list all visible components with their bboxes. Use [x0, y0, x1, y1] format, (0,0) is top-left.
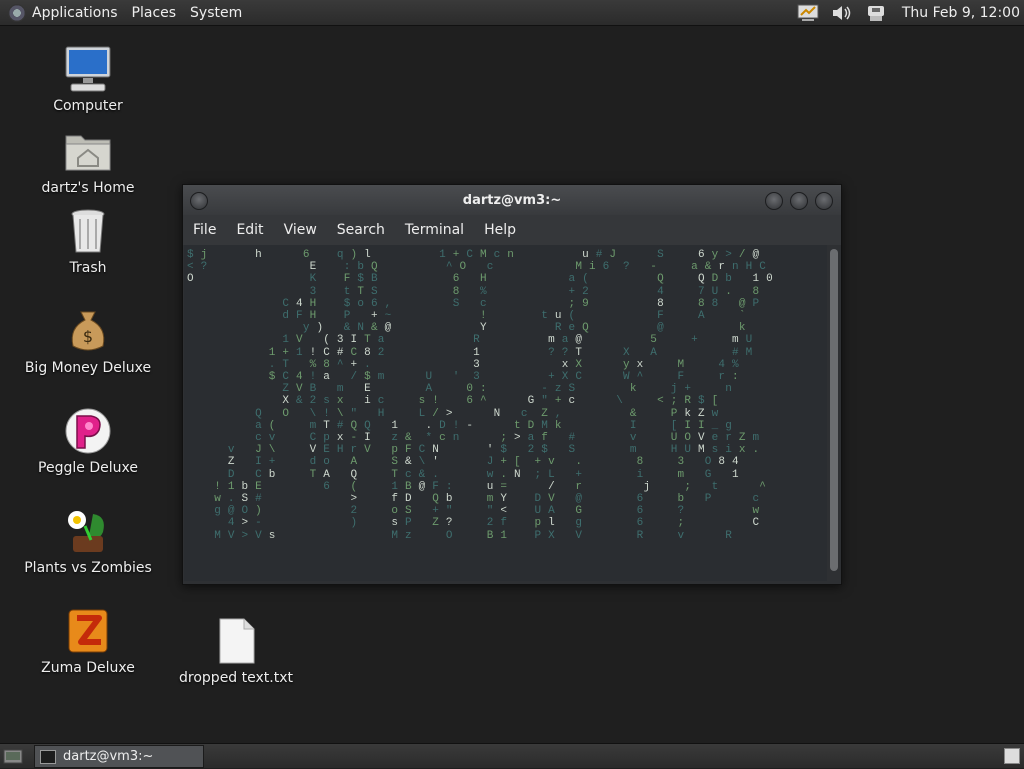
- trash-icon: [63, 206, 113, 256]
- scrollbar-thumb[interactable]: [830, 249, 838, 571]
- terminal-line: < ? E : b Q ^ O c M i 6 ? - a & r n H C: [187, 261, 767, 274]
- terminal-menubar: File Edit View Search Terminal Help: [183, 215, 841, 245]
- terminal-line: Z I + d o A S & \ ' J + [ + v . 8 3 O 8 …: [227, 456, 739, 469]
- desktop-icon-big-money[interactable]: $ Big Money Deluxe: [23, 306, 153, 376]
- clock[interactable]: Thu Feb 9, 12:00: [902, 5, 1020, 21]
- maximize-icon[interactable]: [790, 192, 808, 210]
- desktop-icon-label: Trash: [69, 260, 107, 276]
- computer-icon: [63, 44, 113, 94]
- desktop-icon-label: Big Money Deluxe: [24, 360, 152, 376]
- top-panel: Applications Places System Thu Feb 9, 12…: [0, 0, 1024, 26]
- close-icon[interactable]: [815, 192, 833, 210]
- terminal-line: v J \ V E H r V p F C N ' $ 2 $ S m H U …: [227, 444, 760, 457]
- terminal-line: w . S # > f D Q b m Y D V @ 6 b P c: [214, 493, 760, 506]
- zuma-icon: [63, 606, 113, 656]
- presentation-icon[interactable]: [796, 3, 820, 23]
- home-folder-icon: [63, 126, 113, 176]
- terminal-line: $ C 4 ! a / $ m U ' 3 + X C W ^ F r :: [268, 371, 739, 384]
- bottom-panel: dartz@vm3:~: [0, 743, 1024, 768]
- desktop-icon-computer[interactable]: Computer: [23, 44, 153, 114]
- desktop-icon-trash[interactable]: Trash: [23, 206, 153, 276]
- menu-terminal[interactable]: Terminal: [405, 222, 464, 238]
- window-title: dartz@vm3:~: [462, 192, 562, 208]
- terminal-screen[interactable]: $ j h 6 q ) l 1 + C M c n u # J S 6 y > …: [184, 245, 827, 581]
- menu-search[interactable]: Search: [337, 222, 385, 238]
- terminal-line: d F H P + ~ ! t u ( F A `: [282, 310, 746, 323]
- terminal-line: M V > V s M z O B 1 P X V R v R: [214, 529, 732, 542]
- money-bag-icon: $: [63, 306, 113, 356]
- terminal-line: Z V B m E A 0 : - z S k j + n: [282, 383, 732, 396]
- terminal-line: Q O \ ! \ " H L / > N c Z , & P k Z w: [255, 407, 719, 420]
- terminal-line: 1 V ( 3 I T a R m a @ 5 + m U: [282, 334, 753, 347]
- workspace-switcher[interactable]: [1004, 748, 1020, 764]
- desktop-icon-label: Plants vs Zombies: [24, 560, 152, 576]
- plants-vs-zombies-icon: [63, 506, 113, 556]
- terminal-line: $ j h 6 q ) l 1 + C M c n u # J S 6 y > …: [187, 249, 760, 261]
- menu-edit[interactable]: Edit: [236, 222, 263, 238]
- window-titlebar[interactable]: dartz@vm3:~: [183, 185, 841, 215]
- volume-icon[interactable]: [830, 3, 854, 23]
- desktop-icon-label: Zuma Deluxe: [41, 660, 135, 676]
- places-menu[interactable]: Places: [132, 5, 177, 21]
- terminal-line: 3 t T S 8 % + 2 4 7 U . 8: [309, 285, 760, 298]
- desktop-icon-zuma[interactable]: Zuma Deluxe: [23, 606, 153, 676]
- terminal-line: 1 + 1 ! C # C 8 2 1 ? ? T X A # M: [268, 346, 753, 359]
- terminal-line: . T % 8 ^ + . 3 x X y x M 4 %: [268, 358, 739, 371]
- terminal-line: g @ O ) 2 o S + " " < U A G 6 ? w: [214, 505, 760, 518]
- desktop-icon-home[interactable]: dartz's Home: [23, 126, 153, 196]
- menu-file[interactable]: File: [193, 222, 216, 238]
- terminal-scrollbar[interactable]: [828, 245, 840, 581]
- peggle-icon: [63, 406, 113, 456]
- system-menu[interactable]: System: [190, 5, 242, 21]
- show-desktop-icon[interactable]: [3, 747, 23, 765]
- network-icon[interactable]: [864, 3, 888, 23]
- terminal-line: C 4 H $ o 6 , S c ; 9 8 8 8 @ P: [282, 297, 760, 310]
- terminal-output: $ j h 6 q ) l 1 + C M c n u # J S 6 y > …: [184, 245, 827, 542]
- desktop-icon-plants-vs-zombies[interactable]: Plants vs Zombies: [23, 506, 153, 576]
- desktop-icon-label: dartz's Home: [41, 180, 135, 196]
- terminal-line: ! 1 b E 6 ( 1 B @ F : u = / r j ; t ^: [214, 480, 767, 493]
- applications-menu[interactable]: Applications: [32, 5, 118, 21]
- terminal-line: O K F $ B 6 H a ( Q Q D b 1 0: [187, 273, 773, 286]
- terminal-line: X & 2 s x i c s ! 6 ^ G " + c \ < ; R $ …: [282, 395, 719, 408]
- desktop-icon-label: dropped text.txt: [179, 670, 293, 686]
- svg-text:$: $: [83, 327, 93, 346]
- menu-help[interactable]: Help: [484, 222, 516, 238]
- terminal-line: 4 > - ) s P Z ? 2 f p l g 6 ; C: [227, 517, 760, 530]
- desktop-icon-label: Peggle Deluxe: [38, 460, 138, 476]
- terminal-window[interactable]: dartz@vm3:~ File Edit View Search Termin…: [182, 184, 842, 585]
- desktop-icon-dropped-text[interactable]: dropped text.txt: [171, 616, 301, 686]
- taskbar-terminal-button[interactable]: dartz@vm3:~: [34, 745, 204, 768]
- text-file-icon: [211, 616, 261, 666]
- desktop-icon-peggle[interactable]: Peggle Deluxe: [23, 406, 153, 476]
- terminal-line: a ( m T # Q Q 1 . D ! - t D M k I [ I I …: [255, 419, 732, 432]
- terminal-line: D C b T A Q T c & . w . N ; L + i m G 1: [227, 468, 739, 481]
- minimize-icon[interactable]: [765, 192, 783, 210]
- terminal-icon: [40, 749, 56, 764]
- distro-logo-icon[interactable]: [8, 3, 26, 22]
- tray: Thu Feb 9, 12:00: [796, 0, 1020, 25]
- window-menu-icon[interactable]: [190, 192, 208, 210]
- menu-view[interactable]: View: [284, 222, 317, 238]
- desktop-icon-label: Computer: [53, 98, 123, 114]
- terminal-line: y ) & N & @ Y R e Q @ k: [302, 322, 746, 335]
- task-label: dartz@vm3:~: [63, 749, 154, 764]
- terminal-line: c v C p x - I z & * c n ; > a f # v U O …: [255, 432, 760, 445]
